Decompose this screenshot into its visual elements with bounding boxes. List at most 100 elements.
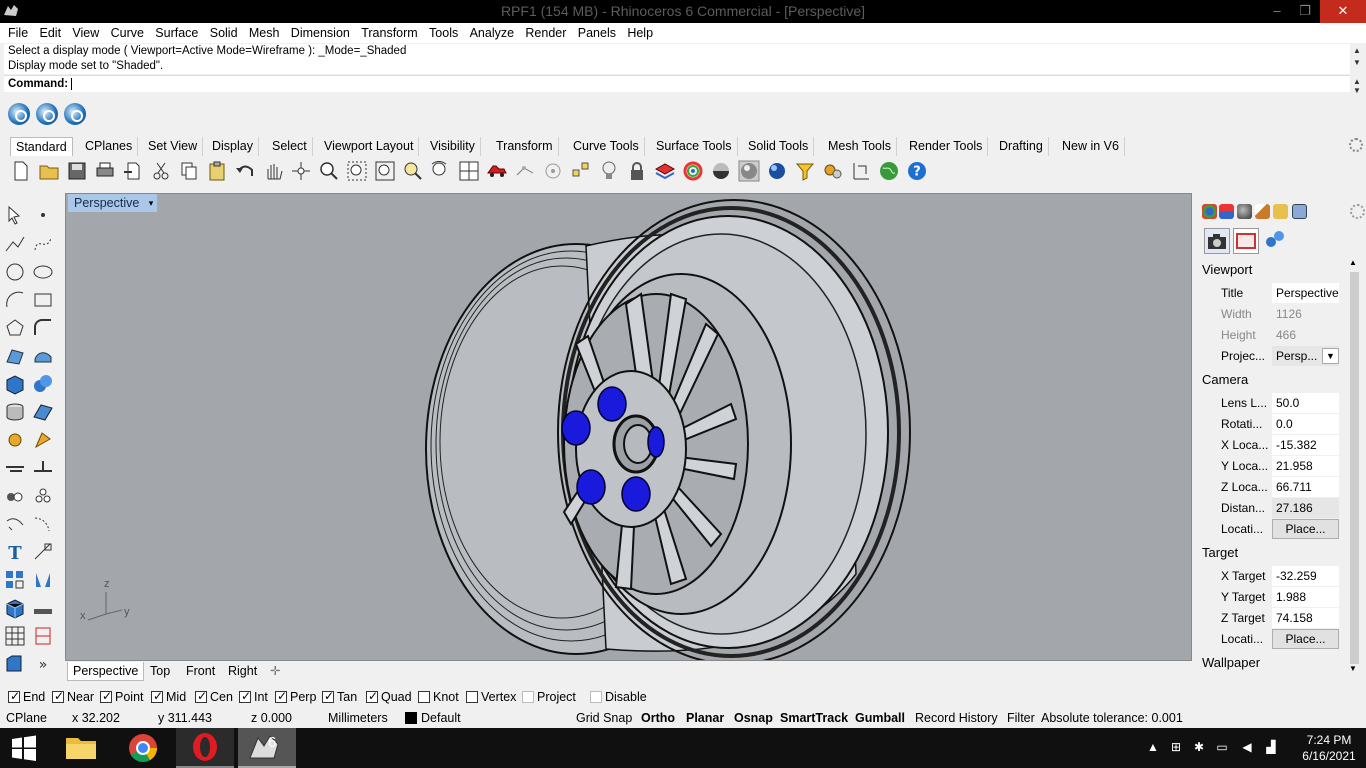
fillet-curve-icon[interactable] [32, 317, 54, 339]
snap-point-icon[interactable] [542, 160, 564, 182]
menu-help[interactable]: Help [627, 23, 653, 40]
x-location-field[interactable]: -15.382 [1272, 435, 1339, 455]
osnap-tan[interactable]: Tan [322, 689, 357, 704]
surface-corner-icon[interactable] [4, 345, 26, 367]
undo-icon[interactable] [234, 160, 256, 182]
viewport-menu-arrow[interactable]: ▾ [145, 194, 157, 212]
tab-display[interactable]: Display [207, 137, 259, 156]
options-gears-icon[interactable] [822, 160, 844, 182]
tab-new-in-v6[interactable]: New in V6 [1057, 137, 1125, 156]
group-icon[interactable] [4, 485, 26, 507]
rendered-sphere-icon[interactable] [766, 160, 788, 182]
command-line[interactable]: Command: [4, 75, 1350, 92]
y-target-field[interactable]: 1.988 [1272, 587, 1339, 607]
offset-icon[interactable] [4, 513, 26, 535]
help-icon[interactable]: ? [906, 160, 928, 182]
shaded-sphere-icon[interactable] [738, 160, 760, 182]
osnap-mid[interactable]: Mid [151, 689, 186, 704]
zoom-extents-icon[interactable] [374, 160, 396, 182]
menu-tools[interactable]: Tools [429, 23, 458, 40]
distance-field[interactable]: 27.186 [1272, 498, 1339, 518]
scroll-down-icon[interactable]: ▼ [1350, 86, 1364, 95]
display-tab-icon[interactable] [1255, 204, 1270, 219]
dimension-icon[interactable] [850, 160, 872, 182]
add-viewport-icon[interactable]: ✛ [265, 662, 285, 681]
panel-settings-icon[interactable] [1350, 204, 1365, 219]
menu-edit[interactable]: Edit [40, 23, 62, 40]
rotation-field[interactable]: 0.0 [1272, 414, 1339, 434]
chevron-down-icon[interactable]: ▼ [1322, 348, 1339, 364]
color-wheel-icon[interactable] [682, 160, 704, 182]
smarttrack-toggle[interactable]: SmartTrack [780, 711, 848, 725]
properties-tab-icon[interactable] [1202, 204, 1217, 219]
light-bulb-icon[interactable] [598, 160, 620, 182]
drafting-icon[interactable] [4, 653, 26, 675]
chevron-up-icon[interactable]: ▲ [1349, 258, 1357, 267]
array-icon[interactable] [4, 569, 26, 591]
surface-extrude-icon[interactable] [32, 345, 54, 367]
scroll-up-icon[interactable]: ▲ [1350, 77, 1364, 86]
cage-edit-icon[interactable] [32, 625, 54, 647]
osnap-end[interactable]: End [8, 689, 45, 704]
checkbox[interactable] [100, 689, 112, 703]
blend-icon[interactable] [32, 513, 54, 535]
network-adapter-icon[interactable]: ⊞ [1168, 740, 1184, 756]
wifi-signal-icon[interactable]: ▟ [1263, 740, 1279, 756]
pan-hand-icon[interactable] [262, 160, 284, 182]
tab-visibility[interactable]: Visibility [425, 137, 481, 156]
z-location-field[interactable]: 66.711 [1272, 477, 1339, 497]
open-folder-icon[interactable] [38, 160, 60, 182]
tab-set-view[interactable]: Set View [143, 137, 204, 156]
save-icon[interactable] [66, 160, 88, 182]
tab-viewport-layout[interactable]: Viewport Layout [319, 137, 420, 156]
target-place-button[interactable]: Place... [1272, 629, 1339, 649]
menu-panels[interactable]: Panels [578, 23, 616, 40]
wireframe-sphere-icon[interactable] [710, 160, 732, 182]
restore-button[interactable]: ❐ [1290, 0, 1320, 23]
chrome-icon[interactable] [114, 728, 172, 768]
grid-snap-icon[interactable] [514, 160, 536, 182]
menu-analyze[interactable]: Analyze [470, 23, 514, 40]
menu-mesh[interactable]: Mesh [249, 23, 280, 40]
viewport-tab-front[interactable]: Front [181, 662, 220, 681]
osnap-quad[interactable]: Quad [366, 689, 412, 704]
bluetooth-icon[interactable]: ✱ [1191, 740, 1207, 756]
windows-start-icon[interactable] [0, 728, 48, 768]
osnap-project[interactable]: Project [522, 690, 576, 704]
checkbox[interactable] [418, 691, 430, 703]
volume-icon[interactable]: ◀ [1239, 740, 1255, 756]
layers-tab-icon[interactable] [1219, 204, 1234, 219]
lock-icon[interactable] [626, 160, 648, 182]
render-settings-icon[interactable] [64, 103, 86, 125]
materials-tab-icon[interactable] [1237, 204, 1252, 219]
tray-overflow-icon[interactable]: ▲ [1145, 740, 1161, 756]
osnap-disable[interactable]: Disable [590, 690, 647, 704]
menu-render[interactable]: Render [525, 23, 566, 40]
camera-icon[interactable] [1204, 228, 1230, 254]
filter-toggle[interactable]: Filter [1007, 711, 1035, 725]
rectangle-icon[interactable] [32, 289, 54, 311]
rhino-taskbar-icon[interactable]: 6 [238, 728, 296, 768]
checkbox[interactable] [590, 691, 602, 703]
checkbox[interactable] [366, 689, 378, 703]
properties-scrollbar[interactable]: ▲ ▼ [1347, 258, 1361, 678]
box-icon[interactable] [4, 373, 26, 395]
close-button[interactable]: ✕ [1320, 0, 1366, 23]
osnap-point[interactable]: Point [100, 689, 144, 704]
scrollbar-thumb[interactable] [1350, 272, 1359, 664]
menu-surface[interactable]: Surface [155, 23, 198, 40]
osnap-cen[interactable]: Cen [195, 689, 233, 704]
ortho-toggle[interactable]: Ortho [641, 711, 675, 725]
select-filter-icon[interactable] [794, 160, 816, 182]
menu-view[interactable]: View [72, 23, 99, 40]
menu-file[interactable]: File [8, 23, 28, 40]
lens-field[interactable]: 50.0 [1272, 393, 1339, 413]
transform-gear-icon[interactable] [4, 429, 26, 451]
y-location-field[interactable]: 21.958 [1272, 456, 1339, 476]
tab-cplanes[interactable]: CPlanes [80, 137, 139, 156]
render-preview-icon[interactable] [36, 103, 58, 125]
scroll-up-icon[interactable]: ▲ [1350, 46, 1364, 55]
checkbox[interactable] [239, 689, 251, 703]
opera-icon[interactable] [176, 728, 234, 768]
polygon-icon[interactable] [4, 317, 26, 339]
